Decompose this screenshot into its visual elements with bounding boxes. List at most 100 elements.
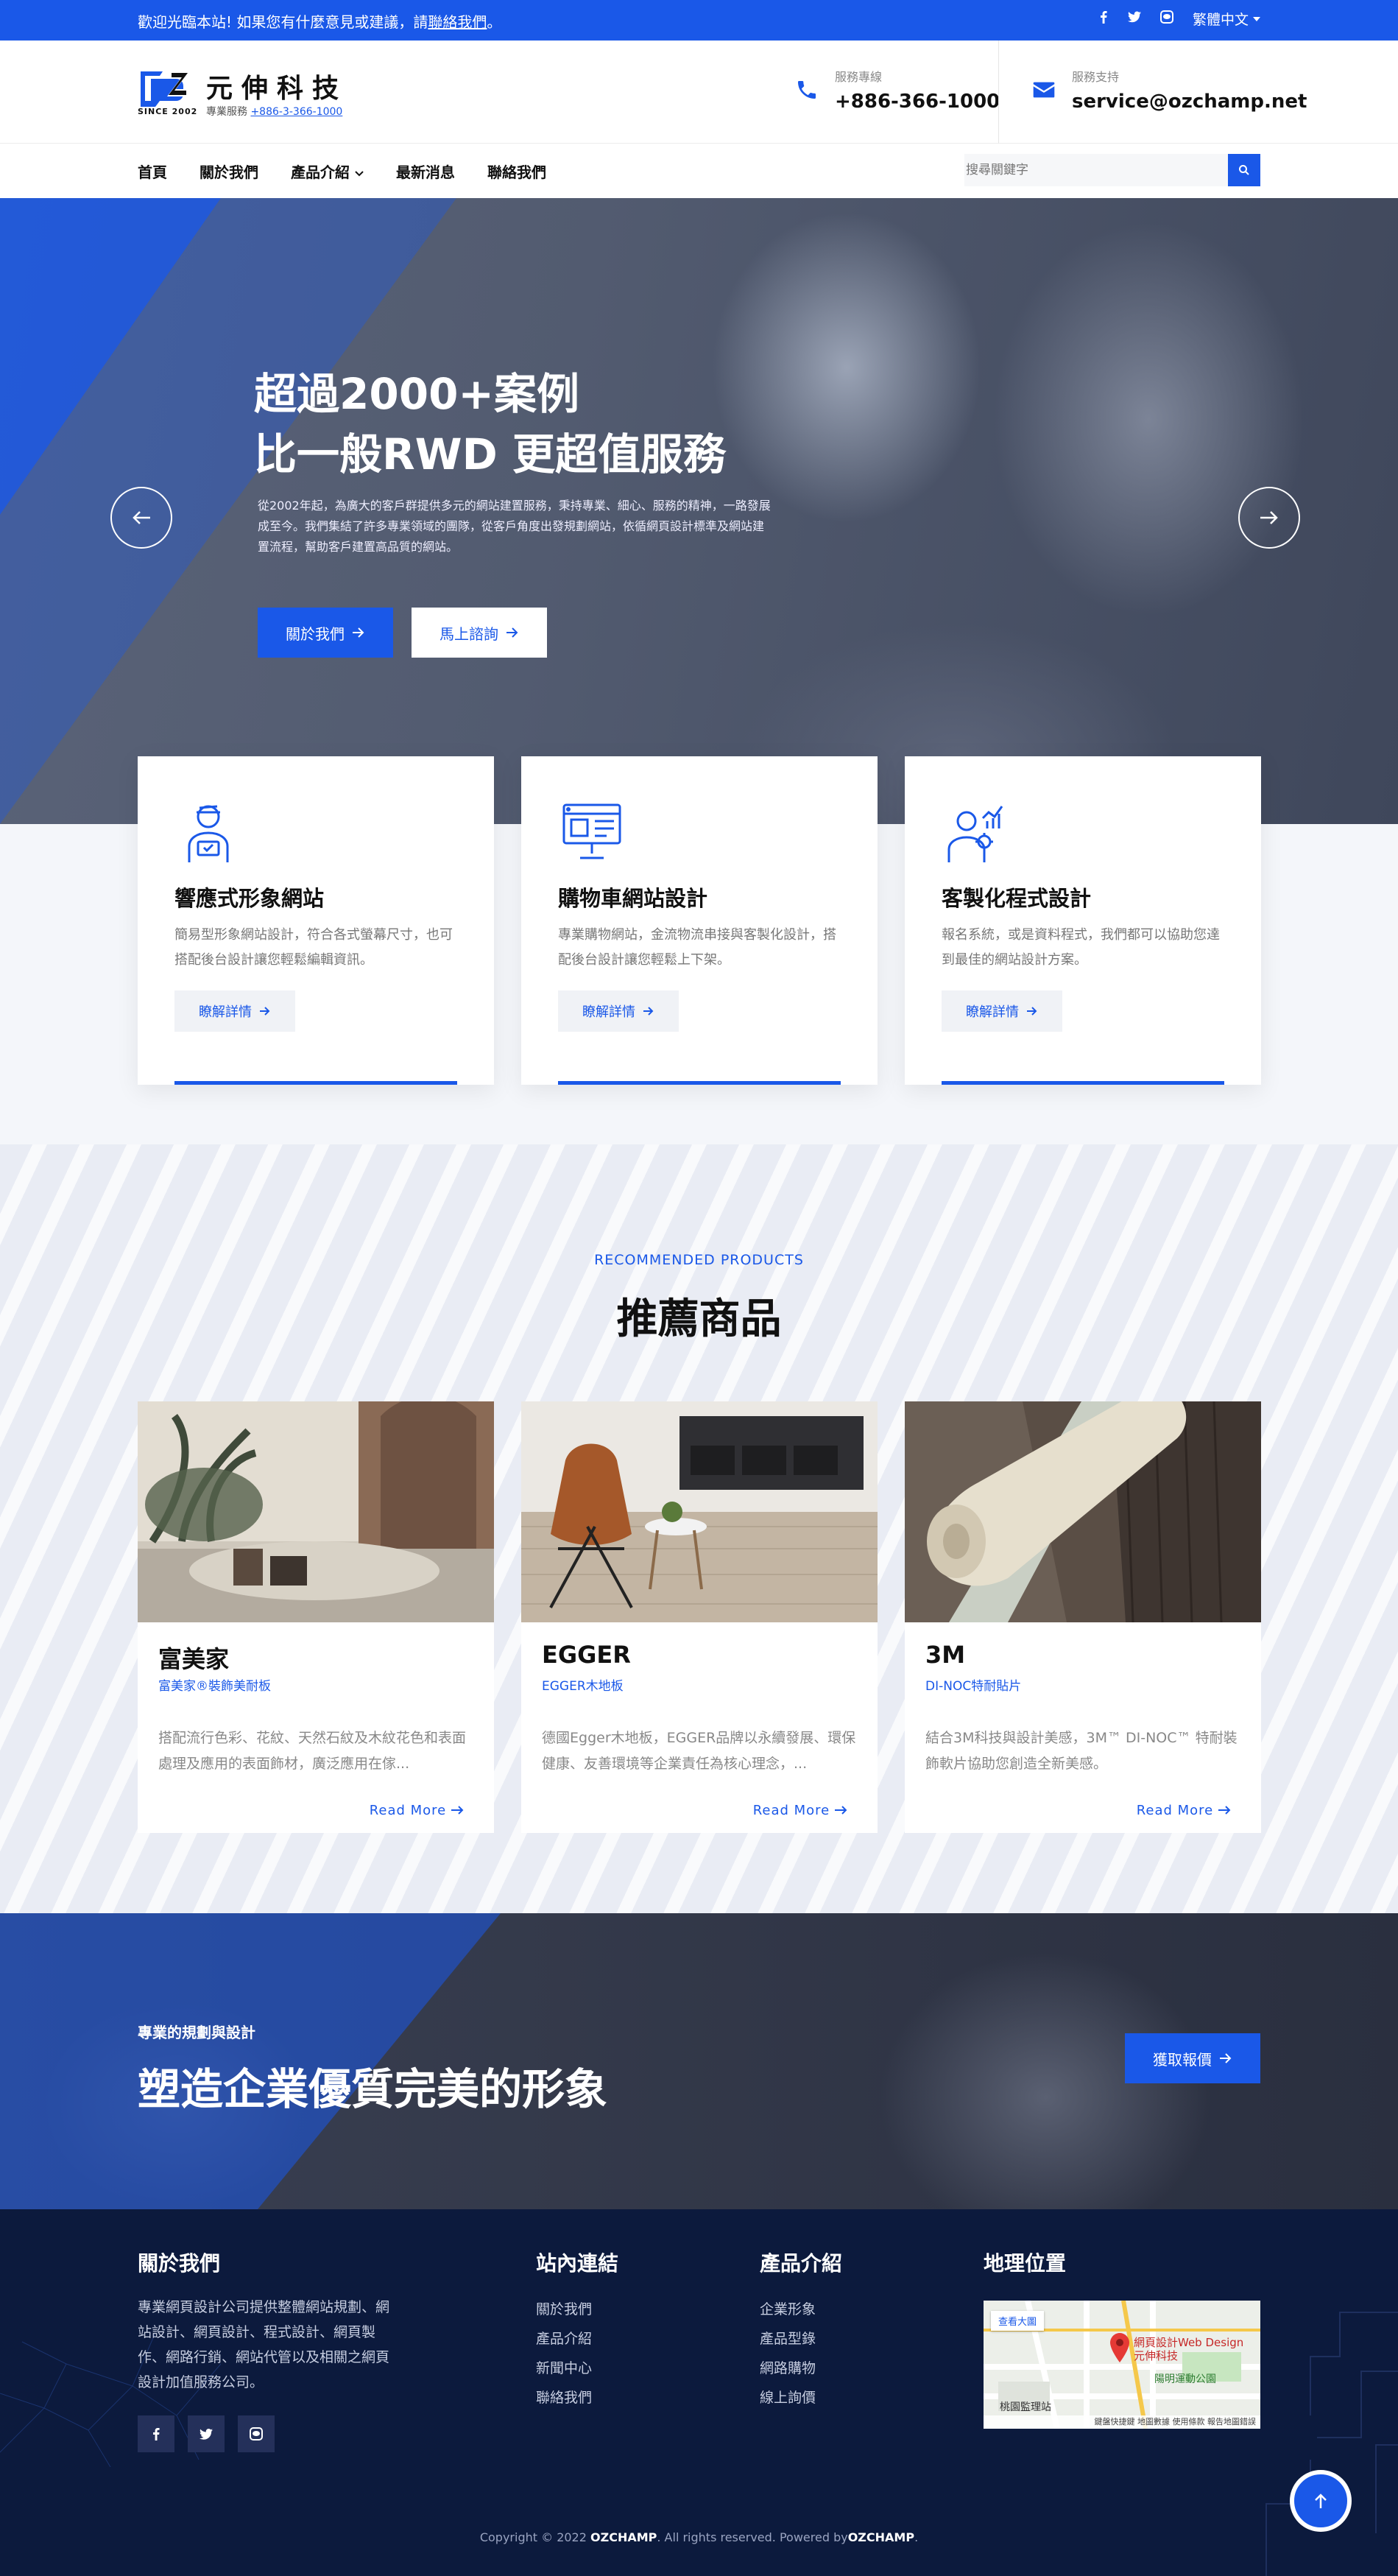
footer-product-link[interactable]: 企業形象 <box>760 2295 842 2324</box>
service-card: 客製化程式設計 報名系統，或是資料程式，我們都可以協助您達到最佳的網站設計方案。… <box>905 756 1261 1085</box>
nav-item-products-label: 產品介紹 <box>291 163 350 181</box>
hero-about-label: 關於我們 <box>286 624 345 643</box>
get-quote-label: 獲取報價 <box>1153 2050 1212 2069</box>
service-more-button[interactable]: 瞭解詳情 <box>558 990 679 1032</box>
product-image[interactable] <box>138 1401 494 1622</box>
copyright-brand[interactable]: OZCHAMP <box>590 2530 657 2544</box>
hero-consult-button[interactable]: 馬上諮詢 <box>412 608 547 658</box>
slider-prev-button[interactable] <box>110 487 172 549</box>
search-icon <box>1239 165 1249 175</box>
footer-product-link[interactable]: 產品型錄 <box>760 2324 842 2354</box>
product-subtitle: 富美家®裝飾美耐板 <box>158 1679 271 1694</box>
slider-next-button[interactable] <box>1238 487 1300 549</box>
google-map[interactable]: 查看大圖 網頁設計Web Design 元伸科技 陽明運動公園 桃園監理站 鍵盤… <box>984 2301 1260 2429</box>
email-address[interactable]: service@ozchamp.net <box>1072 91 1307 113</box>
hero-about-button[interactable]: 關於我們 <box>258 608 393 658</box>
nav-item-about[interactable]: 關於我們 <box>200 161 258 182</box>
read-more-label: Read More <box>369 1803 447 1818</box>
nav-item-contact[interactable]: 聯絡我們 <box>487 161 546 182</box>
product-card[interactable]: 3M DI-NOC特耐貼片 結合3M科技與設計美感，3M™ DI-NOC™ 特耐… <box>905 1401 1261 1833</box>
arrow-up-icon <box>1315 2494 1327 2508</box>
footer-products-title: 產品介紹 <box>760 2251 843 2276</box>
phone-contact: 服務專線 +886-366-1000 <box>795 67 1000 113</box>
service-description: 專業購物網站，金流物流串接與客製化設計，搭配後台設計讓您輕鬆上下架。 <box>558 927 836 968</box>
service-card-underline <box>558 1081 841 1085</box>
email-label: 服務支持 <box>1072 70 1120 84</box>
read-more-label: Read More <box>1136 1803 1214 1818</box>
product-card[interactable]: EGGER EGGER木地板 德國Egger木地板，EGGER品牌以永續發展、環… <box>521 1401 878 1833</box>
footer-link-contact[interactable]: 聯絡我們 <box>536 2383 618 2413</box>
product-image[interactable] <box>905 1401 1261 1622</box>
search-button[interactable] <box>1228 154 1260 186</box>
section-title: 推薦商品 <box>616 1295 782 1343</box>
site-footer: 關於我們 專業網頁設計公司提供整體網站規劃、網站設計、網頁設計、程式設計、網頁製… <box>0 2209 1398 2576</box>
footer-map-title: 地理位置 <box>984 2251 1067 2276</box>
read-more-label: Read More <box>752 1803 830 1818</box>
product-card[interactable]: 富美家 富美家®裝飾美耐板 搭配流行色彩、花紋、天然石紋及木紋花色和表面處理及應… <box>138 1401 494 1833</box>
nav-item-news[interactable]: 最新消息 <box>396 161 455 182</box>
map-view-larger-button[interactable]: 查看大圖 <box>991 2311 1045 2331</box>
product-name: 富美家 <box>158 1645 230 1673</box>
phone-label: 服務專線 <box>835 70 883 84</box>
footer-product-link[interactable]: 線上詢價 <box>760 2383 842 2413</box>
welcome-suffix: 。 <box>487 13 502 31</box>
footer-products: 產品介紹 企業形象 產品型錄 網路購物 線上詢價 <box>760 2248 842 2413</box>
logo-sub-phone[interactable]: +886-3-366-1000 <box>250 106 342 118</box>
footer-link-products[interactable]: 產品介紹 <box>536 2324 618 2354</box>
map-place-park: 陽明運動公園 <box>1154 2373 1216 2385</box>
copyright-middle: . All rights reserved. Powered by <box>657 2530 848 2544</box>
footer-product-link[interactable]: 網路購物 <box>760 2354 842 2383</box>
service-more-button[interactable]: 瞭解詳情 <box>942 990 1062 1032</box>
designer-icon <box>188 805 229 862</box>
arrow-left-icon <box>133 511 150 524</box>
service-card: 購物車網站設計 專業購物網站，金流物流串接與客製化設計，搭配後台設計讓您輕鬆上下… <box>521 756 878 1085</box>
service-more-label: 瞭解詳情 <box>199 1004 252 1020</box>
service-description: 簡易型形象網站設計，符合各式螢幕尺寸，也可搭配後台設計讓您輕鬆編輯資訊。 <box>174 927 453 968</box>
service-title: 客製化程式設計 <box>942 886 1092 911</box>
map-attribution: 鍵盤快捷鍵 地圖數據 使用條款 報告地圖錯誤 <box>984 2415 1260 2429</box>
arrow-right-icon <box>1260 511 1278 524</box>
nav-menu: 首頁 關於我們 產品介紹 最新消息 聯絡我們 <box>138 161 546 182</box>
hero-slider: 超過2000+案例 比一般RWD 更超值服務 從2002年起，為廣大的客戶群提供… <box>0 198 1398 824</box>
line-icon[interactable] <box>238 2415 275 2452</box>
product-name: EGGER <box>542 1641 631 1669</box>
copyright-suffix: . <box>914 2530 919 2544</box>
hero-title: 超過2000+案例 比一般RWD 更超值服務 <box>254 364 726 485</box>
footer-link-about[interactable]: 關於我們 <box>536 2295 618 2324</box>
nav-item-products[interactable]: 產品介紹 <box>291 161 364 182</box>
product-image[interactable] <box>521 1401 878 1622</box>
footer-link-news[interactable]: 新聞中心 <box>536 2354 618 2383</box>
get-quote-button[interactable]: 獲取報價 <box>1125 2033 1260 2083</box>
contact-us-link[interactable]: 聯絡我們 <box>428 13 487 31</box>
map-pin-label: 網頁設計Web Design 元伸科技 <box>1134 2336 1244 2362</box>
read-more-link[interactable]: Read More <box>1137 1803 1232 1818</box>
read-more-link[interactable]: Read More <box>753 1803 848 1818</box>
site-header: SINCE 2002 元伸科技 專業服務 +886-3-366-1000 服務專… <box>0 41 1398 144</box>
twitter-icon[interactable] <box>1127 11 1141 27</box>
main-nav: 首頁 關於我們 產品介紹 最新消息 聯絡我們 <box>0 144 1398 198</box>
facebook-icon[interactable] <box>138 2415 174 2452</box>
cta-subtitle: 專業的規劃與設計 <box>138 2024 255 2041</box>
phone-icon <box>798 81 816 99</box>
copyright-powered-brand[interactable]: OZCHAMP <box>848 2530 914 2544</box>
service-more-button[interactable]: 瞭解詳情 <box>174 990 295 1032</box>
phone-number[interactable]: +886-366-1000 <box>835 91 1000 113</box>
read-more-link[interactable]: Read More <box>370 1803 465 1818</box>
search-input[interactable] <box>964 154 1215 186</box>
footer-links: 站內連結 關於我們 產品介紹 新聞中心 聯絡我們 <box>536 2248 618 2413</box>
service-title: 購物車網站設計 <box>558 886 708 911</box>
logo-name[interactable]: 元伸科技 <box>206 67 347 105</box>
developer-icon <box>947 806 1003 862</box>
arrow-right-icon <box>1027 1007 1037 1016</box>
copyright-prefix: Copyright © 2022 <box>479 2530 590 2544</box>
logo-subline: 專業服務 +886-3-366-1000 <box>206 104 342 119</box>
arrow-right-icon <box>260 1007 270 1016</box>
language-selector[interactable]: 繁體中文 <box>1193 9 1260 29</box>
facebook-icon[interactable] <box>1098 10 1109 27</box>
line-icon[interactable] <box>1159 10 1173 27</box>
nav-item-home[interactable]: 首頁 <box>138 161 167 182</box>
map-pin-icon <box>1110 2333 1129 2362</box>
back-to-top-button[interactable] <box>1290 2470 1352 2532</box>
twitter-icon[interactable] <box>188 2415 225 2452</box>
logo-since: SINCE 2002 <box>138 107 198 116</box>
